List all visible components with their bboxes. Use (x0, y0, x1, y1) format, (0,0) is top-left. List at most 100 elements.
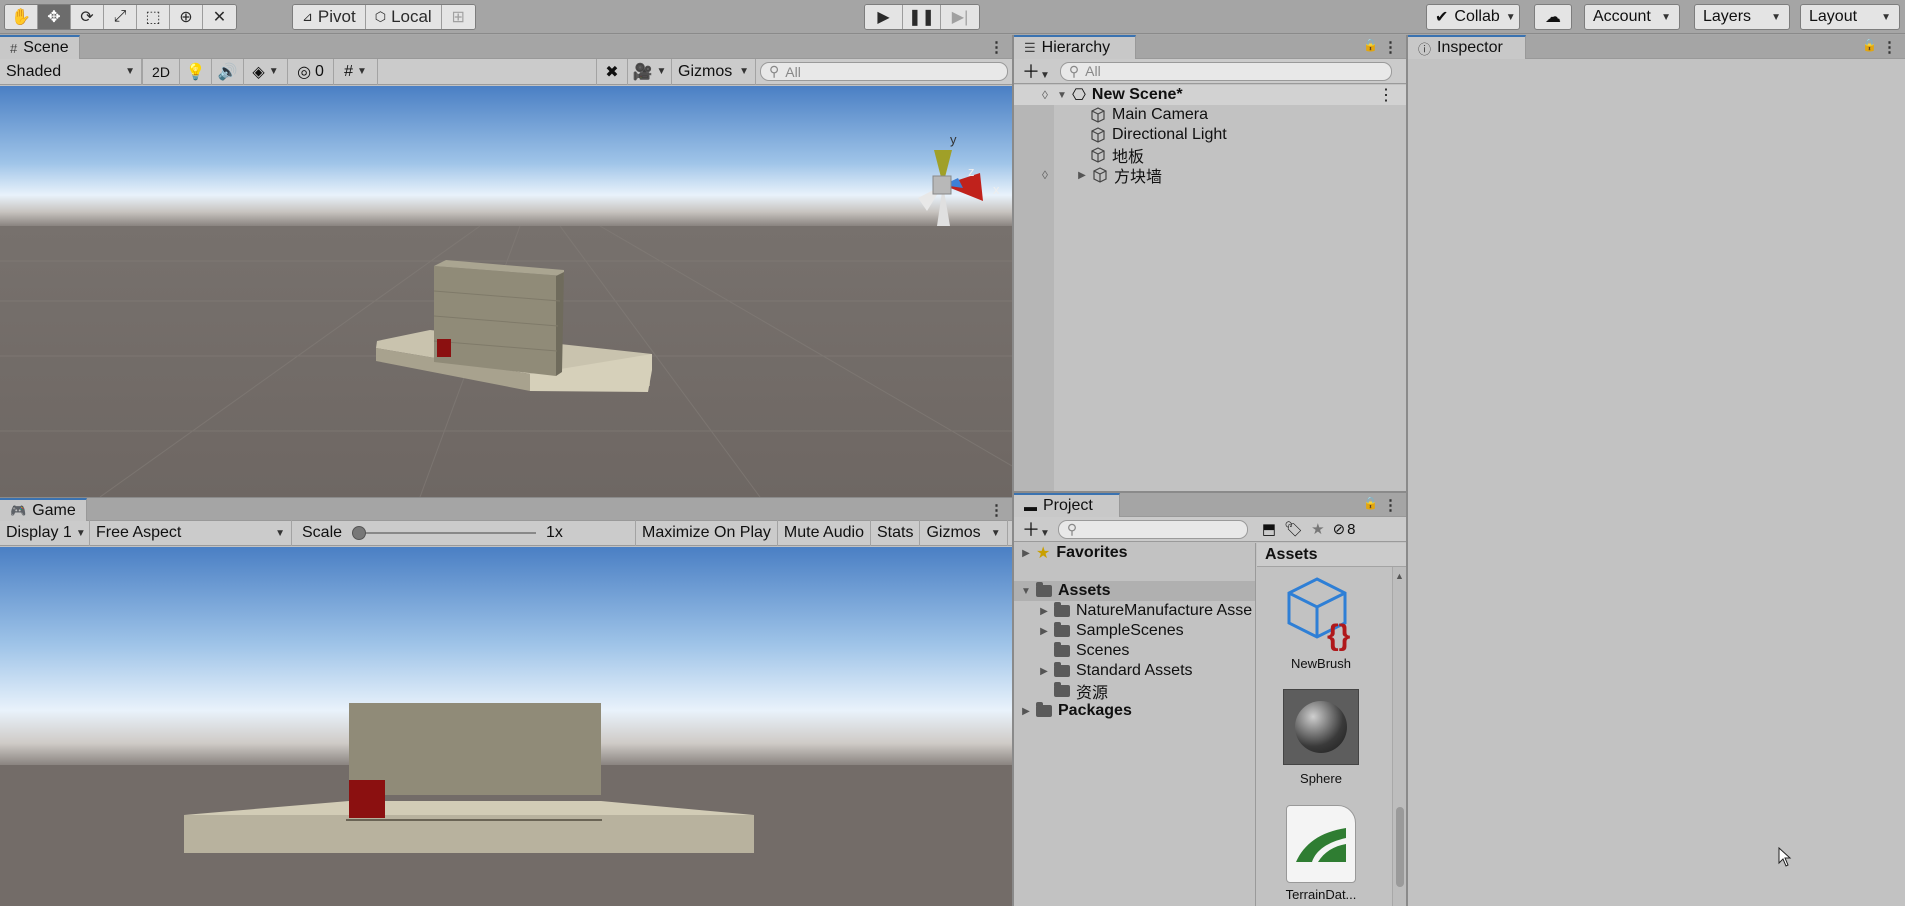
visibility-icon[interactable]: ◊ (1042, 88, 1048, 102)
expand-arrow-icon[interactable]: ▼ (1056, 90, 1068, 101)
lighting-toggle[interactable]: 💡 (180, 58, 212, 85)
custom-tool-button[interactable]: ✕ (203, 5, 236, 29)
more-menu-icon[interactable]: ⋮ (1882, 38, 1897, 56)
gizmos-dropdown[interactable]: Gizmos ▼ (672, 58, 756, 85)
tree-favorites[interactable]: ▶ ★ Favorites (1020, 543, 1127, 563)
more-menu-icon[interactable]: ⋮ (1383, 496, 1398, 514)
rect-tool-button[interactable]: ⬚ (137, 5, 170, 29)
red-cube[interactable] (437, 339, 451, 357)
2d-toggle[interactable]: 2D (142, 58, 180, 85)
mute-audio-toggle[interactable]: Mute Audio (778, 520, 871, 546)
chevron-down-icon: ▼ (1771, 11, 1781, 23)
game-gizmos-dropdown[interactable]: Gizmos ▼ (920, 520, 1008, 546)
hand-tool-button[interactable]: ✋ (5, 5, 38, 29)
hierarchy-search-input[interactable]: ⚲ All (1059, 61, 1392, 81)
gameobject-icon (1091, 107, 1105, 123)
mouse-cursor (1778, 846, 1792, 871)
pivot-button[interactable]: ⊿ Pivot (293, 5, 366, 29)
cloud-button[interactable]: ☁ (1534, 4, 1572, 30)
aspect-dropdown[interactable]: Free Aspect ▼ (90, 520, 292, 546)
visibility-icon[interactable]: ◊ (1042, 168, 1048, 182)
transform-tool-button[interactable]: ⊕ (170, 5, 203, 29)
snap-button[interactable]: ⊞ (441, 5, 475, 29)
maximize-on-play-toggle[interactable]: Maximize On Play (636, 520, 778, 546)
filter-label-icon[interactable]: 🏷 (1284, 520, 1303, 538)
stats-toggle[interactable]: Stats (871, 520, 921, 546)
display-dropdown[interactable]: Display 1 ▼ (0, 520, 90, 546)
lock-icon[interactable]: 🔒 (1363, 38, 1378, 52)
layers-dropdown[interactable]: Layers ▼ (1694, 4, 1790, 30)
tree-folder[interactable]: ▶ NatureManufacture Asse (1038, 601, 1252, 621)
collab-dropdown[interactable]: ✔ Collab ▼ (1426, 4, 1520, 30)
expand-arrow-icon[interactable]: ▶ (1076, 170, 1088, 181)
grid-dropdown[interactable]: # ▼ (334, 58, 378, 85)
camera-dropdown[interactable]: 🎥 ▼ (628, 58, 672, 85)
hierarchy-item[interactable]: ◊ ▶ 方块墙 (1014, 165, 1406, 186)
hidden-packages-toggle[interactable]: ⊘ 8 (1333, 520, 1356, 539)
local-button[interactable]: ⬡ Local (365, 5, 442, 29)
tab-inspector[interactable]: ⓘ Inspector (1408, 35, 1526, 59)
asset-scrollbar[interactable]: ▲ (1392, 567, 1406, 906)
scrollbar-thumb[interactable] (1396, 807, 1404, 887)
layout-dropdown[interactable]: Layout ▼ (1800, 4, 1900, 30)
game-viewport[interactable] (0, 547, 1012, 906)
slider-thumb[interactable] (352, 526, 367, 540)
more-menu-icon[interactable]: ⋮ (1383, 38, 1398, 56)
asset-item[interactable]: TerrainDat... (1266, 805, 1376, 902)
tree-assets[interactable]: ▼ Assets (1014, 581, 1255, 601)
scroll-up-icon[interactable]: ▲ (1395, 571, 1404, 581)
hierarchy-item[interactable]: Directional Light (1014, 125, 1406, 145)
tab-project[interactable]: ▬ Project (1014, 493, 1120, 517)
add-object-button[interactable]: ＋▼ (1022, 58, 1050, 84)
favorite-star-icon[interactable]: ★ (1311, 520, 1324, 538)
expand-arrow-icon[interactable]: ▶ (1038, 626, 1050, 637)
project-search-input[interactable]: ⚲ (1057, 519, 1248, 539)
rotate-tool-button[interactable]: ⟳ (71, 5, 104, 29)
hidden-objects-toggle[interactable]: ◎ 0 (288, 58, 334, 85)
tree-folder[interactable]: 资源 (1054, 681, 1108, 702)
scale-tool-button[interactable]: ⤢ (104, 5, 137, 29)
tab-hierarchy[interactable]: ☰ Hierarchy (1014, 35, 1136, 59)
tab-scene[interactable]: # Scene (0, 35, 80, 59)
shading-mode-dropdown[interactable]: Shaded ▼ (0, 58, 142, 85)
expand-arrow-icon[interactable]: ▶ (1020, 548, 1032, 559)
expand-arrow-icon[interactable]: ▼ (1020, 586, 1032, 597)
move-tool-button[interactable]: ✥ (38, 5, 71, 29)
lock-icon[interactable]: 🔒 (1363, 496, 1378, 510)
chevron-down-icon: ▼ (990, 527, 1001, 539)
account-dropdown[interactable]: Account ▼ (1584, 4, 1680, 30)
tab-game[interactable]: 🎮 Game (0, 498, 87, 522)
scene-viewport[interactable]: y x z (0, 86, 1012, 497)
scene-options-icon[interactable]: ⋮ (1378, 85, 1394, 105)
create-asset-button[interactable]: ＋▼ (1022, 516, 1050, 542)
asset-item[interactable]: Sphere (1266, 689, 1376, 786)
axis-y-label: y (950, 132, 957, 147)
red-cube[interactable] (349, 780, 385, 818)
effects-dropdown[interactable]: ◈ ▼ (244, 58, 288, 85)
expand-arrow-icon[interactable]: ▶ (1038, 606, 1050, 617)
scene-row[interactable]: ◊ ▼ ⎔ New Scene* ⋮ (1014, 85, 1406, 105)
tree-packages[interactable]: ▶ Packages (1020, 701, 1132, 721)
play-controls: ▶ ❚❚ ▶| (864, 4, 980, 30)
tools-toggle[interactable]: ✖ (596, 58, 628, 85)
audio-toggle[interactable]: 🔊 (212, 58, 244, 85)
tools-icon: ✕ (212, 9, 227, 26)
asset-item[interactable]: {} NewBrush (1266, 575, 1376, 671)
tree-folder[interactable]: Scenes (1054, 641, 1129, 661)
scale-slider[interactable] (352, 526, 537, 540)
scene-panel: # Scene ⋮ Shaded ▼ 2D 💡 🔊 ◈ ▼ ◎ 0 # ▼ ✖ 🎥 ▼ G… (0, 35, 1012, 497)
pause-button[interactable]: ❚❚ (903, 5, 941, 29)
filter-type-icon[interactable]: ⬒ (1262, 520, 1276, 538)
step-button[interactable]: ▶| (941, 5, 979, 29)
expand-arrow-icon[interactable]: ▶ (1038, 666, 1050, 677)
hierarchy-item[interactable]: 地板 (1014, 145, 1406, 166)
tree-folder[interactable]: ▶ Standard Assets (1038, 661, 1193, 681)
tree-folder[interactable]: ▶ SampleScenes (1038, 621, 1184, 641)
lock-icon[interactable]: 🔒 (1862, 38, 1877, 52)
more-menu-icon[interactable]: ⋮ (989, 501, 1004, 519)
more-menu-icon[interactable]: ⋮ (989, 38, 1004, 56)
play-button[interactable]: ▶ (865, 5, 903, 29)
scene-search-input[interactable]: ⚲ All (760, 62, 1008, 81)
expand-arrow-icon[interactable]: ▶ (1020, 706, 1032, 717)
hierarchy-item[interactable]: Main Camera (1014, 105, 1406, 125)
